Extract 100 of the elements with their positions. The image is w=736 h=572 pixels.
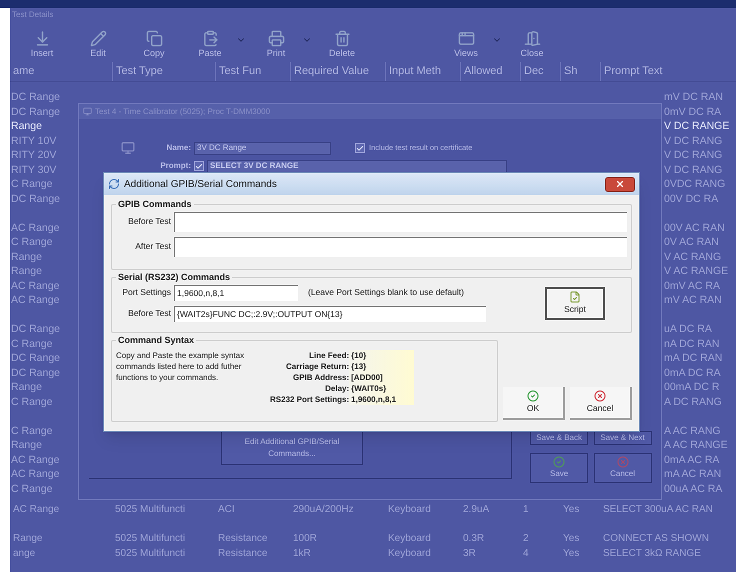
toolbar-button[interactable]: Print xyxy=(250,30,312,60)
column-header[interactable]: ame xyxy=(10,62,112,81)
row-label[interactable]: AC Range xyxy=(11,220,78,235)
column-header[interactable]: Prompt Text xyxy=(600,62,736,81)
column-header[interactable]: Test Fun xyxy=(215,62,290,81)
row-label[interactable]: Range xyxy=(11,250,78,264)
row-label[interactable]: uA DC RA xyxy=(664,322,736,336)
button[interactable]: Save & Next xyxy=(594,431,652,445)
input-field[interactable] xyxy=(174,212,627,232)
column-header[interactable]: Input Meth xyxy=(385,62,460,81)
row-label[interactable]: V DC RANGE xyxy=(664,119,736,134)
toolbar-button[interactable]: Insert xyxy=(16,30,68,60)
column-header[interactable]: Test Type xyxy=(112,62,215,81)
script-button[interactable]: Script xyxy=(545,286,605,320)
row-label[interactable]: Range xyxy=(11,380,78,394)
column-header[interactable]: Dec xyxy=(520,62,560,81)
column-header[interactable]: Required Value xyxy=(290,62,385,81)
close-button[interactable] xyxy=(605,176,635,192)
table-cell-text: 5025 Multifuncti xyxy=(114,532,186,546)
dialog-title: Additional GPIB/Serial Commands xyxy=(124,178,277,192)
checkbox[interactable] xyxy=(194,161,204,171)
field-label: Prompt: xyxy=(159,160,191,172)
syntax-label: GPIB Address: xyxy=(292,372,350,382)
prompt-field[interactable]: SELECT 3V DC RANGE xyxy=(207,160,507,172)
column-header[interactable]: Allowed xyxy=(460,62,520,81)
trash-icon xyxy=(334,30,350,46)
row-label[interactable]: DC Range xyxy=(11,322,78,336)
row-label[interactable]: A DC RANG xyxy=(664,394,736,409)
toolbar-label: Delete xyxy=(328,46,355,60)
row-label[interactable]: C Range xyxy=(11,394,78,409)
row-label[interactable]: DC Range xyxy=(11,104,78,119)
row-label[interactable]: nA DC RAN xyxy=(664,336,736,351)
row-label[interactable]: DC Range xyxy=(11,90,78,104)
row-label[interactable]: C Range xyxy=(11,235,78,250)
column-header[interactable]: Sh xyxy=(560,62,600,81)
button[interactable]: Cancel xyxy=(594,453,652,483)
input-field[interactable] xyxy=(174,236,627,256)
row-label[interactable]: AC Range xyxy=(11,278,78,293)
row-label[interactable]: 0mA AC RA xyxy=(664,452,736,467)
toolbar-button[interactable]: Views xyxy=(440,30,502,60)
table-cell-text: ange xyxy=(12,546,36,560)
row-label[interactable]: mV AC RAN xyxy=(664,293,736,308)
ok-button[interactable]: OK xyxy=(503,387,565,420)
toolbar-button[interactable]: Copy xyxy=(128,30,180,60)
row-label[interactable]: DC Range xyxy=(11,366,78,380)
row-label[interactable]: mA AC RAN xyxy=(664,467,736,482)
row-label[interactable]: DC Range xyxy=(11,351,78,366)
row-label[interactable]: C Range xyxy=(11,424,78,438)
row-label[interactable]: 0mA DC RA xyxy=(664,366,736,380)
name-field[interactable]: 3V DC Range xyxy=(194,142,331,154)
row-label[interactable]: 00mA DC R xyxy=(664,380,736,394)
row-label[interactable]: 0mV DC RA xyxy=(664,104,736,119)
syntax-value: {10} xyxy=(351,350,368,360)
toolbar-button[interactable]: Paste xyxy=(184,30,246,60)
check-icon xyxy=(527,390,539,402)
row-label[interactable]: Range xyxy=(11,438,78,452)
hint-text: (Leave Port Settings blank to use default) xyxy=(308,286,464,299)
row-label[interactable]: V AC RANGE xyxy=(664,264,736,278)
row-label[interactable]: 00V AC RAN xyxy=(664,220,736,235)
row-label[interactable]: RITY 10V xyxy=(11,134,78,148)
row-label[interactable]: RITY 30V xyxy=(11,162,78,177)
button[interactable]: Save & Back xyxy=(530,431,588,445)
table-cell-text: 290uA/200Hz xyxy=(292,503,355,517)
row-label[interactable]: AC Range xyxy=(11,293,78,308)
row-label[interactable]: A AC RANGE xyxy=(664,438,736,452)
table-cell-text: SELECT 3kΩ RANGE xyxy=(602,546,702,560)
row-label[interactable]: C Range xyxy=(11,482,78,496)
row-label[interactable]: C Range xyxy=(11,336,78,351)
table-cell-text: 100R xyxy=(292,532,318,546)
row-label[interactable]: mA DC RAN xyxy=(664,351,736,366)
copy-icon xyxy=(146,30,162,46)
row-label[interactable]: Range xyxy=(11,119,78,134)
button[interactable]: Save xyxy=(530,453,588,483)
syntax-label: Carriage Return: xyxy=(286,360,350,372)
row-label[interactable]: C Range xyxy=(11,177,78,192)
checkbox[interactable] xyxy=(355,143,365,153)
cancel-button[interactable]: Cancel xyxy=(570,387,632,420)
row-label[interactable]: A AC RANG xyxy=(664,424,736,438)
edit-commands-button[interactable]: Edit Additional GPIB/Serial Commands... xyxy=(221,431,363,465)
input-field[interactable]: {WAIT2s}FUNC DC;:2.9V;:OUTPUT ON{13} xyxy=(174,306,486,322)
field-label: Name: xyxy=(166,142,191,154)
input-field[interactable]: 1,9600,n,8,1 xyxy=(174,284,298,300)
toolbar-button[interactable]: Edit xyxy=(72,30,124,60)
row-label[interactable]: 00uA AC RA xyxy=(664,482,736,496)
row-label[interactable]: V DC RANG xyxy=(664,148,736,162)
row-label[interactable]: AC Range xyxy=(11,467,78,482)
row-label[interactable]: 0V AC RAN xyxy=(664,235,736,250)
row-label[interactable]: V AC RANG xyxy=(664,250,736,264)
row-label[interactable]: Range xyxy=(11,264,78,278)
toolbar-button[interactable]: Close xyxy=(506,30,558,60)
row-label[interactable]: 0VDC RANG xyxy=(664,177,736,192)
row-label[interactable]: DC Range xyxy=(11,192,78,206)
row-label[interactable]: 0mV AC RA xyxy=(664,278,736,293)
row-label[interactable]: 00V DC RA xyxy=(664,192,736,206)
row-label[interactable]: RITY 20V xyxy=(11,148,78,162)
row-label[interactable]: AC Range xyxy=(11,452,78,467)
row-label[interactable]: V DC RANG xyxy=(664,162,736,177)
row-label[interactable]: mV DC RAN xyxy=(664,90,736,104)
row-label[interactable]: V DC RANG xyxy=(664,134,736,148)
toolbar-button[interactable]: Delete xyxy=(316,30,368,60)
